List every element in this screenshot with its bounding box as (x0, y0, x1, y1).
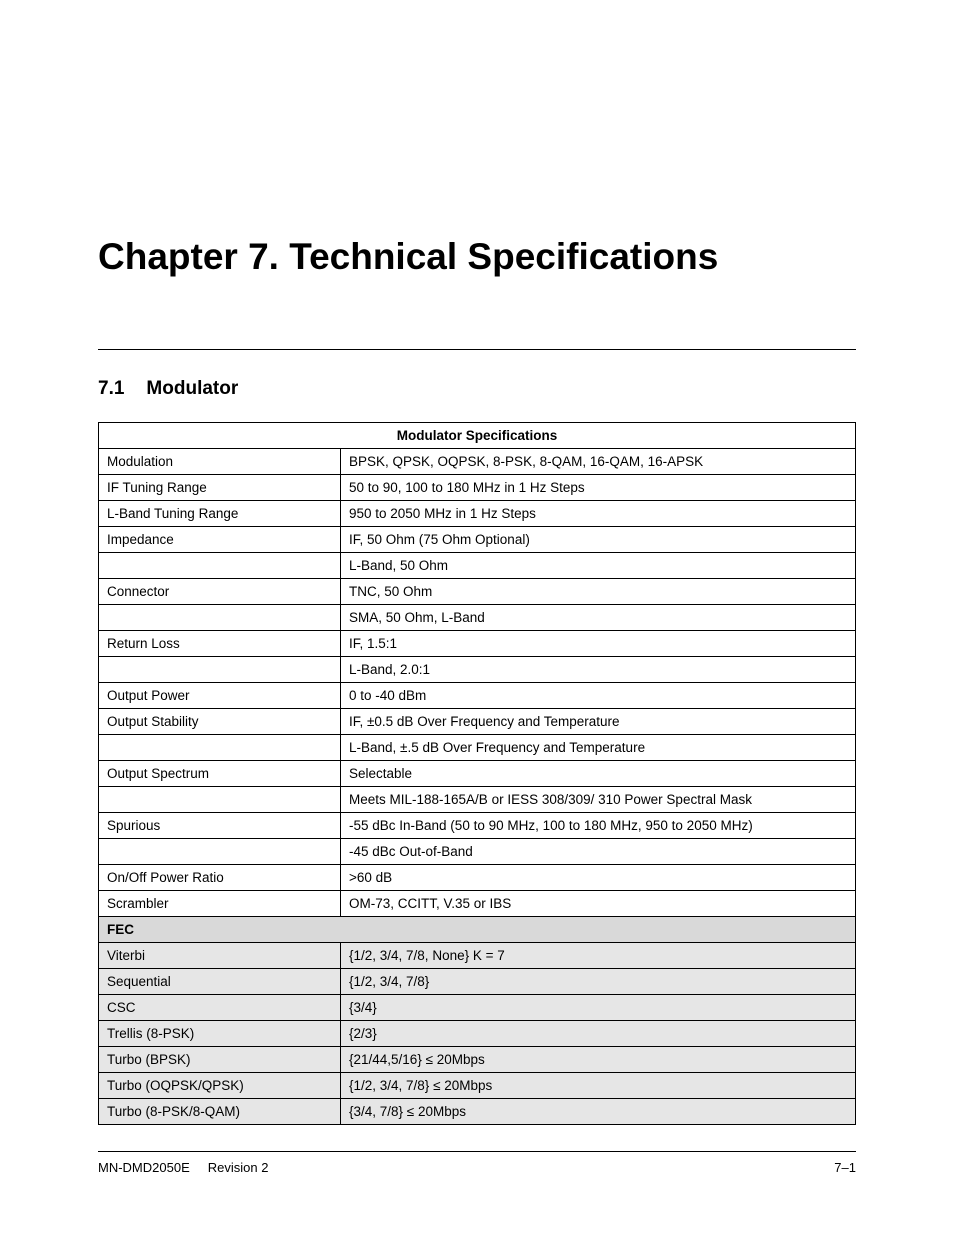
spec-label (99, 605, 341, 631)
section-title: Modulator (146, 378, 238, 399)
spec-label: Spurious (99, 813, 341, 839)
spec-value: TNC, 50 Ohm (341, 579, 856, 605)
footer-page-number: 7–1 (834, 1160, 856, 1175)
spec-value: IF, 50 Ohm (75 Ohm Optional) (341, 527, 856, 553)
section-divider (98, 349, 856, 350)
table-row: ConnectorTNC, 50 Ohm (99, 579, 856, 605)
spec-value: -45 dBc Out-of-Band (341, 839, 856, 865)
spec-label: Turbo (8-PSK/8-QAM) (99, 1099, 341, 1125)
table-row: L-Band, ±.5 dB Over Frequency and Temper… (99, 735, 856, 761)
table-row: Meets MIL-188-165A/B or IESS 308/309/ 31… (99, 787, 856, 813)
section-number: 7.1 (98, 378, 124, 400)
spec-value: 950 to 2050 MHz in 1 Hz Steps (341, 501, 856, 527)
table-row: ModulationBPSK, QPSK, OQPSK, 8-PSK, 8-QA… (99, 449, 856, 475)
spec-label: Output Stability (99, 709, 341, 735)
spec-value: {1/2, 3/4, 7/8, None} K = 7 (341, 943, 856, 969)
spec-value: L-Band, 2.0:1 (341, 657, 856, 683)
spec-value: BPSK, QPSK, OQPSK, 8-PSK, 8-QAM, 16-QAM,… (341, 449, 856, 475)
spec-value: L-Band, ±.5 dB Over Frequency and Temper… (341, 735, 856, 761)
table-row: ScramblerOM-73, CCITT, V.35 or IBS (99, 891, 856, 917)
spec-label: On/Off Power Ratio (99, 865, 341, 891)
table-row: ImpedanceIF, 50 Ohm (75 Ohm Optional) (99, 527, 856, 553)
table-row: Trellis (8-PSK){2/3} (99, 1021, 856, 1047)
spec-label (99, 839, 341, 865)
spec-label: Connector (99, 579, 341, 605)
spec-label (99, 735, 341, 761)
modulator-specs-table: Modulator Specifications ModulationBPSK,… (98, 422, 856, 1125)
table-row: L-Band Tuning Range950 to 2050 MHz in 1 … (99, 501, 856, 527)
spec-value: L-Band, 50 Ohm (341, 553, 856, 579)
spec-label: Turbo (OQPSK/QPSK) (99, 1073, 341, 1099)
spec-value: {1/2, 3/4, 7/8} ≤ 20Mbps (341, 1073, 856, 1099)
table-row: Output SpectrumSelectable (99, 761, 856, 787)
spec-label: CSC (99, 995, 341, 1021)
spec-value: 50 to 90, 100 to 180 MHz in 1 Hz Steps (341, 475, 856, 501)
spec-value: IF, 1.5:1 (341, 631, 856, 657)
table-row: SMA, 50 Ohm, L-Band (99, 605, 856, 631)
spec-label: Output Spectrum (99, 761, 341, 787)
spec-label (99, 657, 341, 683)
spec-value: -55 dBc In-Band (50 to 90 MHz, 100 to 18… (341, 813, 856, 839)
table-title: Modulator Specifications (99, 423, 856, 449)
spec-label: L-Band Tuning Range (99, 501, 341, 527)
table-row: On/Off Power Ratio>60 dB (99, 865, 856, 891)
page-footer: MN-DMD2050E Revision 2 7–1 (98, 1151, 856, 1175)
section-heading: 7.1 Modulator (98, 378, 856, 400)
spec-label: Return Loss (99, 631, 341, 657)
spec-label: Viterbi (99, 943, 341, 969)
spec-value: Meets MIL-188-165A/B or IESS 308/309/ 31… (341, 787, 856, 813)
spec-label: Impedance (99, 527, 341, 553)
spec-label: Output Power (99, 683, 341, 709)
footer-text: MN-DMD2050E Revision 2 7–1 (98, 1160, 856, 1175)
spec-label: Trellis (8-PSK) (99, 1021, 341, 1047)
table-row: IF Tuning Range50 to 90, 100 to 180 MHz … (99, 475, 856, 501)
chapter-title: Chapter 7. Technical Specifications (98, 235, 856, 279)
fec-section-header-row: FEC (99, 917, 856, 943)
spec-label: Modulation (99, 449, 341, 475)
page-content: Chapter 7. Technical Specifications 7.1 M… (98, 60, 856, 1185)
spec-value: Selectable (341, 761, 856, 787)
spec-label (99, 787, 341, 813)
spec-value: {1/2, 3/4, 7/8} (341, 969, 856, 995)
spec-label: Sequential (99, 969, 341, 995)
table-row: Output Power0 to -40 dBm (99, 683, 856, 709)
table-row: Sequential{1/2, 3/4, 7/8} (99, 969, 856, 995)
table-row: Return LossIF, 1.5:1 (99, 631, 856, 657)
spec-value: SMA, 50 Ohm, L-Band (341, 605, 856, 631)
footer-doc-id: MN-DMD2050E (98, 1160, 190, 1175)
table-row: -45 dBc Out-of-Band (99, 839, 856, 865)
spec-value: {21/44,5/16} ≤ 20Mbps (341, 1047, 856, 1073)
table-row: CSC{3/4} (99, 995, 856, 1021)
spec-value: >60 dB (341, 865, 856, 891)
spec-value: 0 to -40 dBm (341, 683, 856, 709)
table-header-row: Modulator Specifications (99, 423, 856, 449)
spec-value: {2/3} (341, 1021, 856, 1047)
spec-label: Scrambler (99, 891, 341, 917)
spec-label: IF Tuning Range (99, 475, 341, 501)
table-row: Turbo (OQPSK/QPSK){1/2, 3/4, 7/8} ≤ 20Mb… (99, 1073, 856, 1099)
table-row: Turbo (BPSK){21/44,5/16} ≤ 20Mbps (99, 1047, 856, 1073)
table-row: Viterbi{1/2, 3/4, 7/8, None} K = 7 (99, 943, 856, 969)
fec-header: FEC (99, 917, 856, 943)
spec-label: Turbo (BPSK) (99, 1047, 341, 1073)
spec-value: {3/4, 7/8} ≤ 20Mbps (341, 1099, 856, 1125)
spec-value: IF, ±0.5 dB Over Frequency and Temperatu… (341, 709, 856, 735)
spec-value: {3/4} (341, 995, 856, 1021)
table-row: Spurious-55 dBc In-Band (50 to 90 MHz, 1… (99, 813, 856, 839)
spec-label (99, 553, 341, 579)
table-row: L-Band, 2.0:1 (99, 657, 856, 683)
table-row: Output StabilityIF, ±0.5 dB Over Frequen… (99, 709, 856, 735)
footer-left: MN-DMD2050E Revision 2 (98, 1160, 268, 1175)
table-row: Turbo (8-PSK/8-QAM){3/4, 7/8} ≤ 20Mbps (99, 1099, 856, 1125)
footer-divider (98, 1151, 856, 1152)
table-row: L-Band, 50 Ohm (99, 553, 856, 579)
footer-revision: Revision 2 (208, 1160, 269, 1175)
spec-value: OM-73, CCITT, V.35 or IBS (341, 891, 856, 917)
